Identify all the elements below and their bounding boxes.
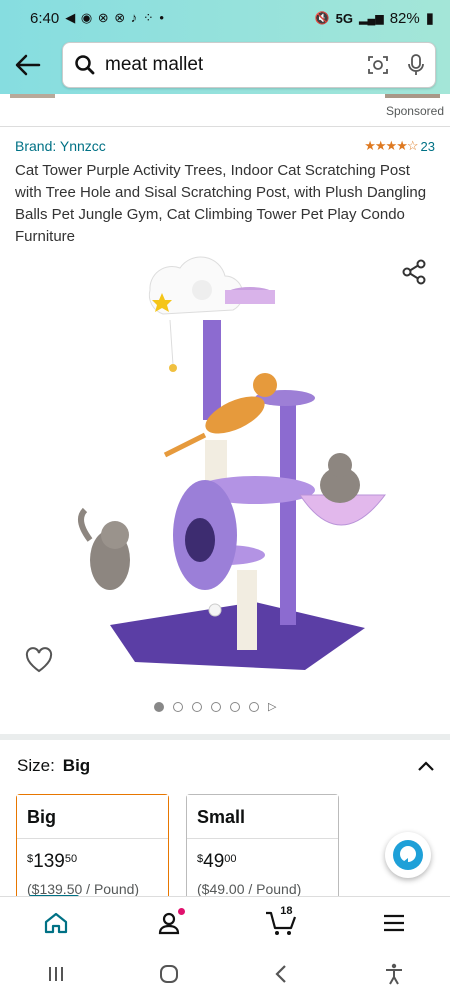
hamburger-menu-icon [383, 914, 404, 931]
product-image[interactable] [55, 250, 395, 680]
notification-dot [177, 907, 185, 915]
size-option-unit-price: ($139.50 / Pound) [27, 881, 140, 897]
size-label: Size: [17, 756, 55, 775]
size-option-price: $4900 [197, 851, 237, 872]
network-label: 5G [335, 10, 353, 26]
rating-summary[interactable]: ★★★★☆ 23 [364, 138, 435, 154]
back-system-button[interactable] [261, 954, 301, 994]
size-option-name: Big [17, 795, 168, 839]
carousel-dot[interactable] [249, 701, 259, 712]
nav-menu[interactable] [369, 903, 419, 943]
bottom-nav: 18 [0, 896, 450, 948]
alexa-button[interactable] [385, 832, 431, 878]
carousel-dot[interactable] [154, 701, 164, 712]
video-play-icon[interactable]: ▷ [268, 700, 276, 713]
account-icon [158, 912, 179, 934]
heart-icon [25, 647, 53, 673]
status-time: 6:40 [30, 9, 60, 27]
system-nav-bar [0, 948, 450, 1000]
recent-apps-button[interactable] [36, 954, 76, 994]
size-option-price: $13950 [27, 851, 78, 872]
carousel-dot[interactable] [230, 701, 240, 712]
share-button[interactable] [400, 258, 430, 288]
rating-count: 23 [420, 138, 435, 154]
rating-stars: ★★★★☆ [364, 138, 418, 153]
chevron-up-icon[interactable] [417, 760, 435, 772]
home-button[interactable] [149, 954, 189, 994]
accessibility-icon [385, 963, 402, 985]
share-icon [402, 259, 426, 285]
cart-count: 18 [280, 904, 293, 917]
size-option-unit-price: ($49.00 / Pound) [197, 881, 302, 897]
previous-item-strip [0, 94, 450, 124]
image-carousel-dots[interactable]: ▷ [154, 700, 276, 713]
section-separator [0, 734, 450, 740]
nav-account[interactable] [144, 903, 194, 943]
accessibility-button[interactable] [374, 954, 414, 994]
carousel-dot[interactable] [192, 701, 202, 712]
alexa-icon [393, 840, 423, 870]
home-circle-icon [159, 965, 178, 983]
status-bar: 6:40 ◀ ◉ ⊗ ⊗ ♪ ⁘ • 🔇 5G ▂▄▆ 82% ▮ [0, 0, 450, 36]
chevron-left-icon [275, 965, 287, 983]
sponsored-label: Sponsored [385, 104, 444, 118]
brand-rating-row: Brand: Ynnzcc ★★★★☆ 23 [15, 138, 435, 154]
size-selected: Big [62, 756, 91, 775]
nav-home[interactable] [31, 903, 81, 943]
home-icon [45, 912, 68, 933]
size-header[interactable]: Size: Big [17, 756, 435, 776]
carousel-dot[interactable] [211, 701, 221, 712]
search-box[interactable] [62, 42, 436, 88]
search-input[interactable] [105, 54, 367, 76]
wishlist-button[interactable] [25, 647, 53, 675]
battery-level: 82% [389, 9, 420, 27]
microphone-icon[interactable] [407, 53, 425, 77]
product-title: Cat Tower Purple Activity Trees, Indoor … [15, 162, 427, 245]
search-header [0, 36, 450, 94]
search-icon [75, 55, 95, 75]
recent-apps-icon [49, 967, 64, 981]
back-button[interactable] [10, 47, 46, 83]
size-option-big[interactable]: Big $13950 ($139.50 / Pound) [16, 794, 169, 904]
brand-link[interactable]: Brand: Ynnzcc [15, 138, 106, 154]
battery-icon: ▮ [425, 10, 434, 27]
divider [0, 126, 450, 127]
size-option-name: Small [187, 795, 338, 839]
carousel-dot[interactable] [173, 701, 183, 712]
notification-icons: ◀ ◉ ⊗ ⊗ ♪ ⁘ • [65, 10, 165, 25]
nav-cart[interactable]: 18 [256, 903, 306, 943]
mute-icon: 🔇 [314, 11, 330, 25]
back-arrow-icon [15, 54, 41, 76]
signal-icon: ▂▄▆ [358, 12, 384, 25]
camera-scan-icon[interactable] [367, 54, 389, 76]
size-option-small[interactable]: Small $4900 ($49.00 / Pound) [186, 794, 339, 904]
